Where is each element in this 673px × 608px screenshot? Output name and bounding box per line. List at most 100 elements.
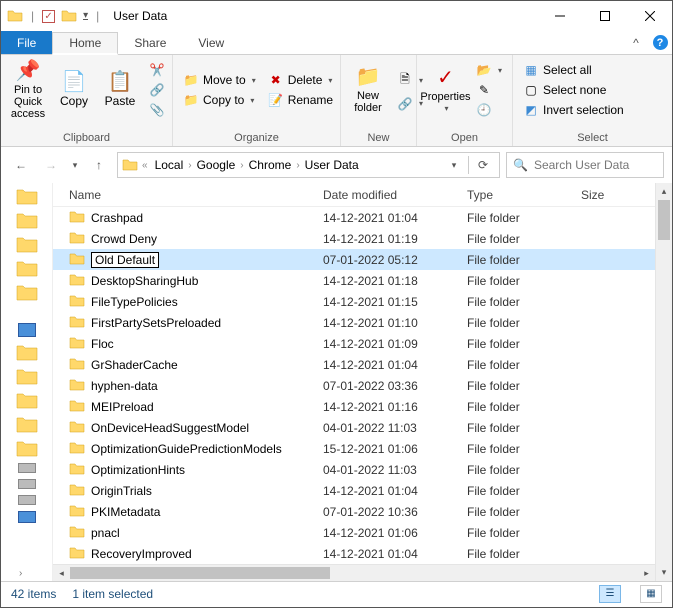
folder-icon[interactable] xyxy=(16,283,38,301)
folder-icon[interactable] xyxy=(16,367,38,385)
column-date[interactable]: Date modified xyxy=(323,188,467,202)
rename-button[interactable]: 📝Rename xyxy=(264,91,337,109)
delete-button[interactable]: ✖Delete▾ xyxy=(264,71,337,89)
copy-path-button[interactable]: 🔗 xyxy=(145,81,169,99)
column-type[interactable]: Type xyxy=(467,188,581,202)
folder-icon[interactable] xyxy=(16,343,38,361)
forward-button[interactable]: → xyxy=(39,153,63,177)
folder-icon xyxy=(69,398,85,415)
table-row[interactable]: OnDeviceHeadSuggestModel04-01-2022 11:03… xyxy=(53,417,655,438)
close-button[interactable] xyxy=(627,1,672,31)
network-icon[interactable] xyxy=(18,511,36,523)
qat-dropdown-icon[interactable]: ▾ xyxy=(83,12,88,20)
scroll-thumb[interactable] xyxy=(70,567,330,579)
pin-to-quick-access-button[interactable]: 📌 Pin to Quick access xyxy=(5,57,51,123)
copy-button[interactable]: 📄 Copy xyxy=(51,57,97,123)
column-size[interactable]: Size xyxy=(581,188,655,202)
paste-shortcut-button[interactable]: 📎 xyxy=(145,101,169,119)
scroll-right-icon[interactable]: ▸ xyxy=(638,565,655,581)
file-rows[interactable]: Crashpad14-12-2021 01:04File folderCrowd… xyxy=(53,207,655,564)
drive-icon[interactable] xyxy=(18,479,36,489)
checkbox-icon[interactable]: ✓ xyxy=(42,10,55,23)
table-row[interactable]: Crashpad14-12-2021 01:04File folder xyxy=(53,207,655,228)
cut-button[interactable]: ✂️ xyxy=(145,61,169,79)
table-row[interactable]: OriginTrials14-12-2021 01:04File folder xyxy=(53,480,655,501)
tab-view[interactable]: View xyxy=(182,31,240,54)
folder-icon[interactable] xyxy=(16,391,38,409)
properties-button[interactable]: ✓ Properties ▾ xyxy=(421,57,470,123)
breadcrumb[interactable]: Local›Google›Chrome›User Data xyxy=(152,158,362,172)
folder-icon[interactable] xyxy=(16,439,38,457)
copy-to-button[interactable]: 📁Copy to▾ xyxy=(179,91,260,109)
search-input[interactable]: 🔍 Search User Data xyxy=(506,152,664,178)
paste-button[interactable]: 📋 Paste xyxy=(97,57,143,123)
table-row[interactable]: RecoveryImproved14-12-2021 01:04File fol… xyxy=(53,543,655,564)
scroll-thumb[interactable] xyxy=(658,200,670,240)
this-pc-icon[interactable] xyxy=(18,323,36,337)
help-button[interactable]: ? xyxy=(648,31,672,54)
table-row[interactable]: FirstPartySetsPreloaded14-12-2021 01:10F… xyxy=(53,312,655,333)
table-row[interactable]: GrShaderCache14-12-2021 01:04File folder xyxy=(53,354,655,375)
breadcrumb-item[interactable]: User Data xyxy=(302,158,362,172)
table-row[interactable]: pnacl14-12-2021 01:06File folder xyxy=(53,522,655,543)
open-button[interactable]: 📂▾ xyxy=(472,61,506,79)
new-folder-button[interactable]: 📁 New folder xyxy=(345,57,391,123)
file-name: PKIMetadata xyxy=(91,505,160,519)
tab-file[interactable]: File xyxy=(1,31,52,54)
move-to-button[interactable]: 📁Move to▾ xyxy=(179,71,260,89)
table-row[interactable]: OptimizationHints04-01-2022 11:03File fo… xyxy=(53,459,655,480)
scroll-up-icon[interactable]: ▴ xyxy=(656,183,672,200)
table-row[interactable]: MEIPreload14-12-2021 01:16File folder xyxy=(53,396,655,417)
folder-icon xyxy=(69,251,85,268)
file-date: 14-12-2021 01:18 xyxy=(323,274,467,288)
tab-home[interactable]: Home xyxy=(52,32,118,55)
table-row[interactable]: Crowd Deny14-12-2021 01:19File folder xyxy=(53,228,655,249)
breadcrumb-item[interactable]: Local xyxy=(152,158,187,172)
refresh-button[interactable]: ⟳ xyxy=(471,153,495,177)
table-row[interactable]: DesktopSharingHub14-12-2021 01:18File fo… xyxy=(53,270,655,291)
table-row[interactable]: PKIMetadata07-01-2022 10:36File folder xyxy=(53,501,655,522)
select-all-button[interactable]: ▦Select all xyxy=(519,61,628,79)
edit-button[interactable]: ✎ xyxy=(472,81,506,99)
table-row[interactable]: Old Default07-01-2022 05:12File folder xyxy=(53,249,655,270)
vertical-scrollbar[interactable]: ▴ ▾ xyxy=(655,183,672,581)
rename-input[interactable]: Old Default xyxy=(91,252,159,268)
maximize-button[interactable] xyxy=(582,1,627,31)
column-headers[interactable]: Name Date modified Type Size xyxy=(53,183,655,207)
collapse-ribbon-icon[interactable]: ^ xyxy=(624,31,648,54)
table-row[interactable]: OptimizationGuidePredictionModels15-12-2… xyxy=(53,438,655,459)
navigation-pane[interactable]: › xyxy=(1,183,53,581)
table-row[interactable]: FileTypePolicies14-12-2021 01:15File fol… xyxy=(53,291,655,312)
breadcrumb-item[interactable]: Google xyxy=(194,158,239,172)
drive-icon[interactable] xyxy=(18,495,36,505)
minimize-button[interactable] xyxy=(537,1,582,31)
invert-selection-button[interactable]: ◩Invert selection xyxy=(519,101,628,119)
folder-icon[interactable] xyxy=(16,235,38,253)
up-button[interactable]: ↑ xyxy=(87,153,111,177)
drive-icon[interactable] xyxy=(18,463,36,473)
scroll-down-icon[interactable]: ▾ xyxy=(656,564,672,581)
address-dropdown-icon[interactable]: ▾ xyxy=(442,153,466,177)
table-row[interactable]: Floc14-12-2021 01:09File folder xyxy=(53,333,655,354)
details-view-button[interactable]: ☰ xyxy=(599,585,621,603)
horizontal-scrollbar[interactable]: ◂ ▸ xyxy=(53,564,655,581)
tab-share[interactable]: Share xyxy=(118,31,182,54)
folder-icon[interactable] xyxy=(16,211,38,229)
address-bar[interactable]: « Local›Google›Chrome›User Data ▾ ⟳ xyxy=(117,152,500,178)
folder-icon[interactable] xyxy=(16,259,38,277)
file-type: File folder xyxy=(467,274,581,288)
paste-shortcut-icon: 📎 xyxy=(149,103,165,117)
scroll-left-icon[interactable]: ◂ xyxy=(53,565,70,581)
table-row[interactable]: hyphen-data07-01-2022 03:36File folder xyxy=(53,375,655,396)
back-button[interactable]: ← xyxy=(9,153,33,177)
column-name[interactable]: Name xyxy=(69,188,323,202)
recent-locations-button[interactable]: ▾ xyxy=(69,153,81,177)
chevron-right-icon[interactable]: › xyxy=(19,568,22,579)
file-type: File folder xyxy=(467,316,581,330)
thumbnails-view-button[interactable]: ▦ xyxy=(640,585,662,603)
breadcrumb-item[interactable]: Chrome xyxy=(246,158,295,172)
select-none-button[interactable]: ▢Select none xyxy=(519,81,628,99)
folder-icon[interactable] xyxy=(16,415,38,433)
history-button[interactable]: 🕘 xyxy=(472,101,506,119)
folder-icon[interactable] xyxy=(16,187,38,205)
